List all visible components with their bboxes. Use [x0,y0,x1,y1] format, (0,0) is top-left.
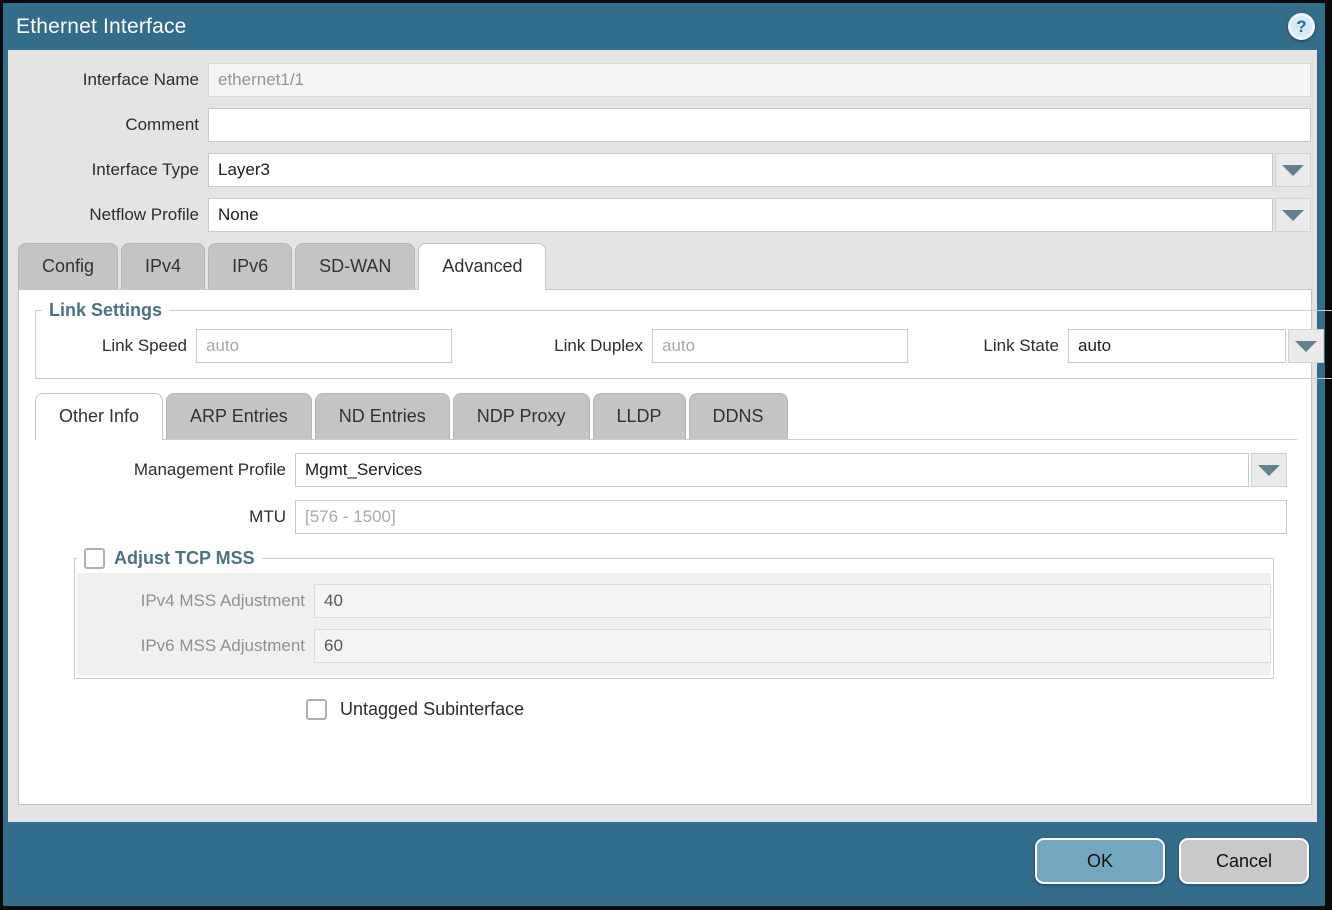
tab-lldp[interactable]: LLDP [593,393,686,439]
interface-type-field[interactable] [208,153,1273,187]
mtu-label: MTU [35,507,295,527]
adjust-tcp-mss-fieldset: Adjust TCP MSS IPv4 MSS Adjustment IPv6 … [74,548,1274,679]
inner-tab-strip: Other Info ARP Entries ND Entries NDP Pr… [35,393,1311,439]
dialog-footer: OK Cancel [3,822,1325,906]
ipv4-mss-row: IPv4 MSS Adjustment [77,584,1271,618]
tab-advanced[interactable]: Advanced [418,243,546,290]
help-icon[interactable]: ? [1288,13,1315,40]
netflow-profile-field[interactable] [208,198,1273,232]
tab-ipv6[interactable]: IPv6 [208,243,292,289]
management-profile-label: Management Profile [35,460,295,480]
untagged-subinterface-row: Untagged Subinterface [306,699,1297,720]
tab-ipv4[interactable]: IPv4 [121,243,205,289]
link-settings-row: Link Speed Link Duplex Link State [36,329,1324,363]
interface-name-field [208,63,1311,97]
link-settings-legend: Link Settings [42,300,169,321]
netflow-profile-dropdown-button[interactable] [1275,198,1311,232]
interface-type-dropdown-button[interactable] [1275,153,1311,187]
comment-row: Comment [8,108,1311,142]
untagged-subinterface-label: Untagged Subinterface [340,699,524,720]
cancel-button[interactable]: Cancel [1179,838,1309,884]
comment-label: Comment [8,115,208,135]
tab-sdwan[interactable]: SD-WAN [295,243,415,289]
link-settings-fieldset: Link Settings Link Speed Link Duplex Lin… [35,300,1332,379]
link-speed-field[interactable] [196,329,452,363]
dialog-body: Interface Name Comment Interface Type Ne… [8,50,1317,822]
chevron-down-icon [1258,465,1280,476]
tab-ndp-proxy[interactable]: NDP Proxy [453,393,590,439]
tab-nd-entries[interactable]: ND Entries [315,393,450,439]
management-profile-row: Management Profile [35,453,1287,487]
interface-type-label: Interface Type [8,160,208,180]
link-speed-label: Link Speed [36,336,196,356]
netflow-profile-row: Netflow Profile [8,198,1311,232]
interface-name-row: Interface Name [8,63,1311,97]
link-duplex-field[interactable] [652,329,908,363]
adjust-tcp-mss-legend: Adjust TCP MSS [77,548,262,569]
management-profile-field[interactable] [295,453,1249,487]
dialog-title: Ethernet Interface [16,15,187,39]
tab-ddns[interactable]: DDNS [689,393,788,439]
chevron-down-icon [1295,341,1317,352]
ipv4-mss-field [314,584,1271,618]
other-info-panel: Management Profile MTU [35,439,1297,720]
chevron-down-icon [1282,210,1304,221]
link-state-label: Link State [968,336,1068,356]
mss-fields-box: IPv4 MSS Adjustment IPv6 MSS Adjustment [77,573,1271,675]
chevron-down-icon [1282,165,1304,176]
ipv6-mss-row: IPv6 MSS Adjustment [77,629,1271,663]
adjust-tcp-mss-legend-text: Adjust TCP MSS [114,548,255,569]
link-duplex-label: Link Duplex [500,336,652,356]
ethernet-interface-dialog: Ethernet Interface ? Interface Name Comm… [3,3,1325,906]
link-state-field[interactable] [1068,329,1286,363]
main-tab-strip: Config IPv4 IPv6 SD-WAN Advanced [8,243,1317,289]
link-state-dropdown-button[interactable] [1288,329,1324,363]
untagged-subinterface-checkbox[interactable] [306,699,327,720]
dialog-titlebar: Ethernet Interface ? [3,3,1325,50]
tab-other-info[interactable]: Other Info [35,393,163,440]
advanced-tab-panel: Link Settings Link Speed Link Duplex Lin… [18,289,1312,805]
management-profile-dropdown-button[interactable] [1251,453,1287,487]
comment-field[interactable] [208,108,1311,142]
tab-arp-entries[interactable]: ARP Entries [166,393,312,439]
netflow-profile-label: Netflow Profile [8,205,208,225]
ipv6-mss-field [314,629,1271,663]
mtu-row: MTU [35,500,1287,534]
adjust-tcp-mss-checkbox[interactable] [84,548,105,569]
interface-name-label: Interface Name [8,70,208,90]
ok-button[interactable]: OK [1035,838,1165,884]
ipv6-mss-label: IPv6 MSS Adjustment [77,636,314,656]
tab-config[interactable]: Config [18,243,118,289]
mtu-field[interactable] [295,500,1287,534]
ipv4-mss-label: IPv4 MSS Adjustment [77,591,314,611]
interface-type-row: Interface Type [8,153,1311,187]
